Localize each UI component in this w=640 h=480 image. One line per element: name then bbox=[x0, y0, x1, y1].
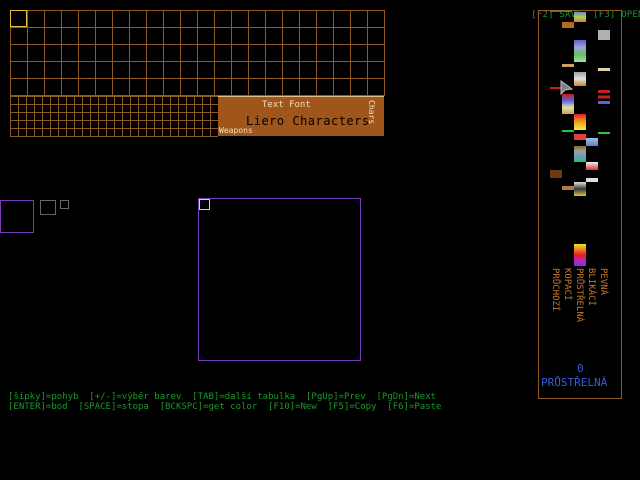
material-kopaci[interactable]: KOPACÍ bbox=[562, 268, 572, 301]
palette-swatch[interactable] bbox=[598, 90, 610, 104]
palette-swatch[interactable] bbox=[562, 64, 574, 67]
help-line-1: [šípky]=pohyb [+/-]=výběr barev [TAB]=da… bbox=[8, 392, 437, 402]
selected-material-index: 0 bbox=[577, 362, 584, 375]
chars-tab[interactable]: Chars bbox=[367, 100, 376, 124]
palette-swatch[interactable] bbox=[562, 22, 574, 28]
palette-swatch[interactable] bbox=[574, 146, 586, 162]
material-blikaci[interactable]: BLIKÁCÍ bbox=[586, 268, 596, 306]
palette-swatch[interactable] bbox=[562, 94, 574, 114]
text-font-tab[interactable]: Text Font bbox=[262, 100, 311, 110]
palette-swatch[interactable] bbox=[586, 178, 598, 182]
palette-swatch[interactable] bbox=[550, 170, 562, 178]
grid-selection-cursor bbox=[10, 10, 27, 27]
palette-swatch[interactable] bbox=[574, 12, 586, 22]
palette-swatch[interactable] bbox=[598, 68, 610, 71]
weapons-tab[interactable]: Weapons bbox=[219, 126, 253, 135]
palette-swatch[interactable] bbox=[562, 130, 574, 132]
palette-swatch[interactable] bbox=[574, 72, 586, 86]
palette-swatch[interactable] bbox=[550, 10, 572, 12]
editor-title: Liero Characters bbox=[246, 114, 370, 128]
palette-swatch[interactable] bbox=[574, 244, 586, 266]
palette-swatch[interactable] bbox=[574, 182, 586, 196]
panel-divider bbox=[218, 96, 384, 97]
palette-swatch[interactable] bbox=[574, 114, 586, 130]
material-prostrelna[interactable]: PRŮSTŘELNÁ bbox=[574, 268, 584, 322]
material-pruchozi[interactable]: PRŮCHOZÍ bbox=[550, 268, 560, 311]
material-pevna[interactable]: PEVNÁ bbox=[598, 268, 608, 295]
arrow-cursor-icon bbox=[560, 80, 574, 96]
preview-medium bbox=[40, 200, 56, 215]
palette-swatch[interactable] bbox=[562, 186, 574, 190]
palette-swatch[interactable] bbox=[586, 162, 598, 170]
palette-swatch[interactable] bbox=[574, 40, 586, 62]
palette-swatch[interactable] bbox=[598, 132, 610, 134]
character-grid[interactable] bbox=[10, 10, 385, 96]
palette-swatch[interactable] bbox=[574, 134, 586, 140]
palette-swatch[interactable] bbox=[598, 30, 610, 40]
help-line-2: [ENTER]=bod [SPACE]=stopa [BCKSPC]=get c… bbox=[8, 402, 442, 412]
drawing-canvas[interactable] bbox=[198, 198, 361, 361]
weapon-grid[interactable] bbox=[10, 96, 218, 137]
palette-swatch[interactable] bbox=[586, 138, 598, 146]
preview-large bbox=[0, 200, 34, 233]
selected-material-name: PRŮSTŘELNÁ bbox=[541, 376, 608, 389]
keyboard-help: [šípky]=pohyb [+/-]=výběr barev [TAB]=da… bbox=[8, 392, 441, 412]
preview-small bbox=[60, 200, 69, 209]
canvas-pixel-cursor bbox=[199, 199, 210, 210]
